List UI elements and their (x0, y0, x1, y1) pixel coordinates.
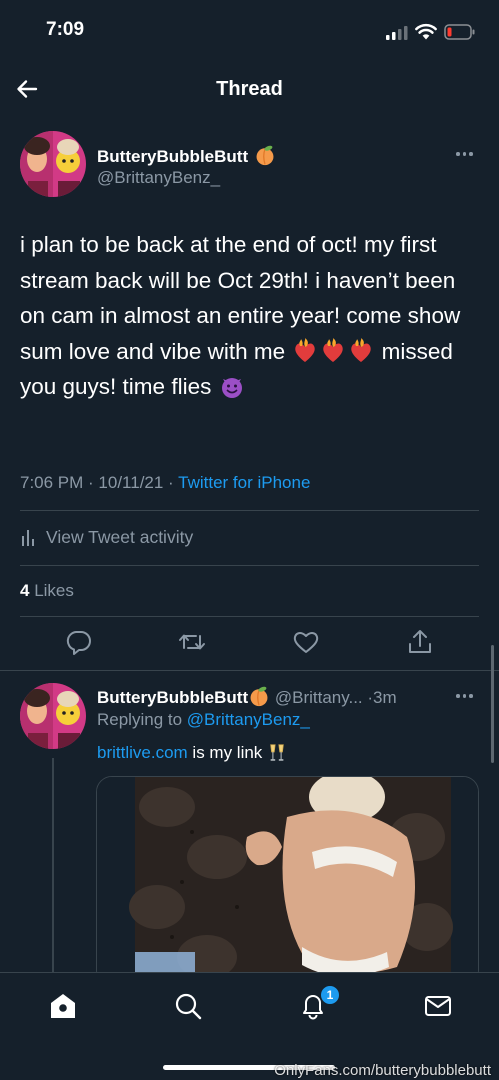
tweet-timestamp: 7:06 PM · 10/11/21 · (20, 473, 174, 492)
avatar-image (20, 131, 86, 197)
author-name[interactable]: ButteryBubbleButt (97, 144, 277, 167)
divider (20, 510, 479, 511)
heart-on-fire-emoji-icon (351, 337, 372, 362)
wifi-icon (415, 23, 437, 40)
search-icon[interactable] (173, 991, 203, 1021)
peach-emoji-icon (256, 145, 274, 166)
view-tweet-activity-label: View Tweet activity (46, 526, 194, 547)
reply-author-name[interactable]: ButteryBubbleButt (97, 688, 248, 707)
view-tweet-activity-button[interactable]: View Tweet activity (22, 525, 193, 549)
tweet-source-link[interactable]: Twitter for iPhone (178, 473, 310, 492)
watermark: OnlyFans.com/butterybubblebutt (274, 1062, 491, 1079)
bar-chart-icon (22, 530, 34, 546)
status-time: 7:09 (46, 19, 85, 40)
reply-timestamp: ·3m (367, 688, 397, 707)
likes-label: Likes (34, 581, 74, 600)
divider (20, 565, 479, 566)
likes-count[interactable]: 4 Likes (20, 581, 74, 601)
divider (0, 670, 499, 671)
tweet-text: i plan to be back at the end of oct! my … (20, 227, 480, 405)
avatar[interactable] (20, 131, 86, 197)
messages-envelope-icon[interactable] (423, 991, 453, 1021)
share-icon[interactable] (406, 628, 434, 656)
scrollbar[interactable] (491, 645, 494, 763)
tweet-action-bar (0, 628, 499, 662)
more-options-icon[interactable] (456, 690, 480, 702)
reply-avatar[interactable] (20, 683, 86, 749)
reply-text-rest: is my link (187, 743, 263, 762)
reply-tweet[interactable]: ButteryBubbleButt @Brittany... ·3m Reply… (0, 672, 499, 986)
divider (20, 616, 479, 617)
reply-icon[interactable] (65, 628, 93, 656)
smiling-devil-emoji-icon (221, 378, 242, 398)
peach-emoji-icon (250, 686, 268, 707)
cellular-signal-icon (386, 26, 408, 40)
photo (97, 777, 478, 985)
battery-icon (444, 24, 475, 40)
retweet-icon[interactable] (178, 628, 206, 656)
bottom-tab-bar: 1 OnlyFans.com/butterybubblebutt (0, 972, 499, 1080)
clinking-glasses-emoji-icon (270, 744, 284, 761)
avatar-image (20, 683, 86, 749)
replying-to-mention[interactable]: @BrittanyBenz_ (187, 710, 310, 729)
likes-number: 4 (20, 581, 30, 600)
page-title: Thread (216, 78, 283, 100)
replying-to: Replying to @BrittanyBenz_ (97, 710, 310, 730)
status-bar: 7:09 (0, 0, 499, 62)
tweet-meta: 7:06 PM · 10/11/21 · Twitter for iPhone (20, 473, 310, 493)
reply-text: brittlive.com is my link (97, 742, 287, 763)
author-name-text: ButteryBubbleButt (97, 147, 249, 166)
more-options-icon[interactable] (456, 148, 480, 160)
nav-header: Thread (0, 62, 499, 116)
home-icon[interactable] (48, 991, 78, 1021)
reply-header: ButteryBubbleButt @Brittany... ·3m (97, 685, 457, 708)
author-handle[interactable]: @BrittanyBenz_ (97, 168, 220, 188)
replying-to-label: Replying to (97, 710, 183, 729)
thread-line (52, 758, 54, 978)
reply-author-handle[interactable]: @Brittany... (275, 688, 363, 707)
reply-media-image[interactable] (96, 776, 479, 986)
heart-on-fire-emoji-icon (323, 337, 344, 362)
like-heart-icon[interactable] (292, 628, 320, 656)
heart-on-fire-emoji-icon (295, 337, 316, 362)
notification-badge: 1 (320, 985, 340, 1005)
reply-link[interactable]: brittlive.com (97, 743, 188, 762)
